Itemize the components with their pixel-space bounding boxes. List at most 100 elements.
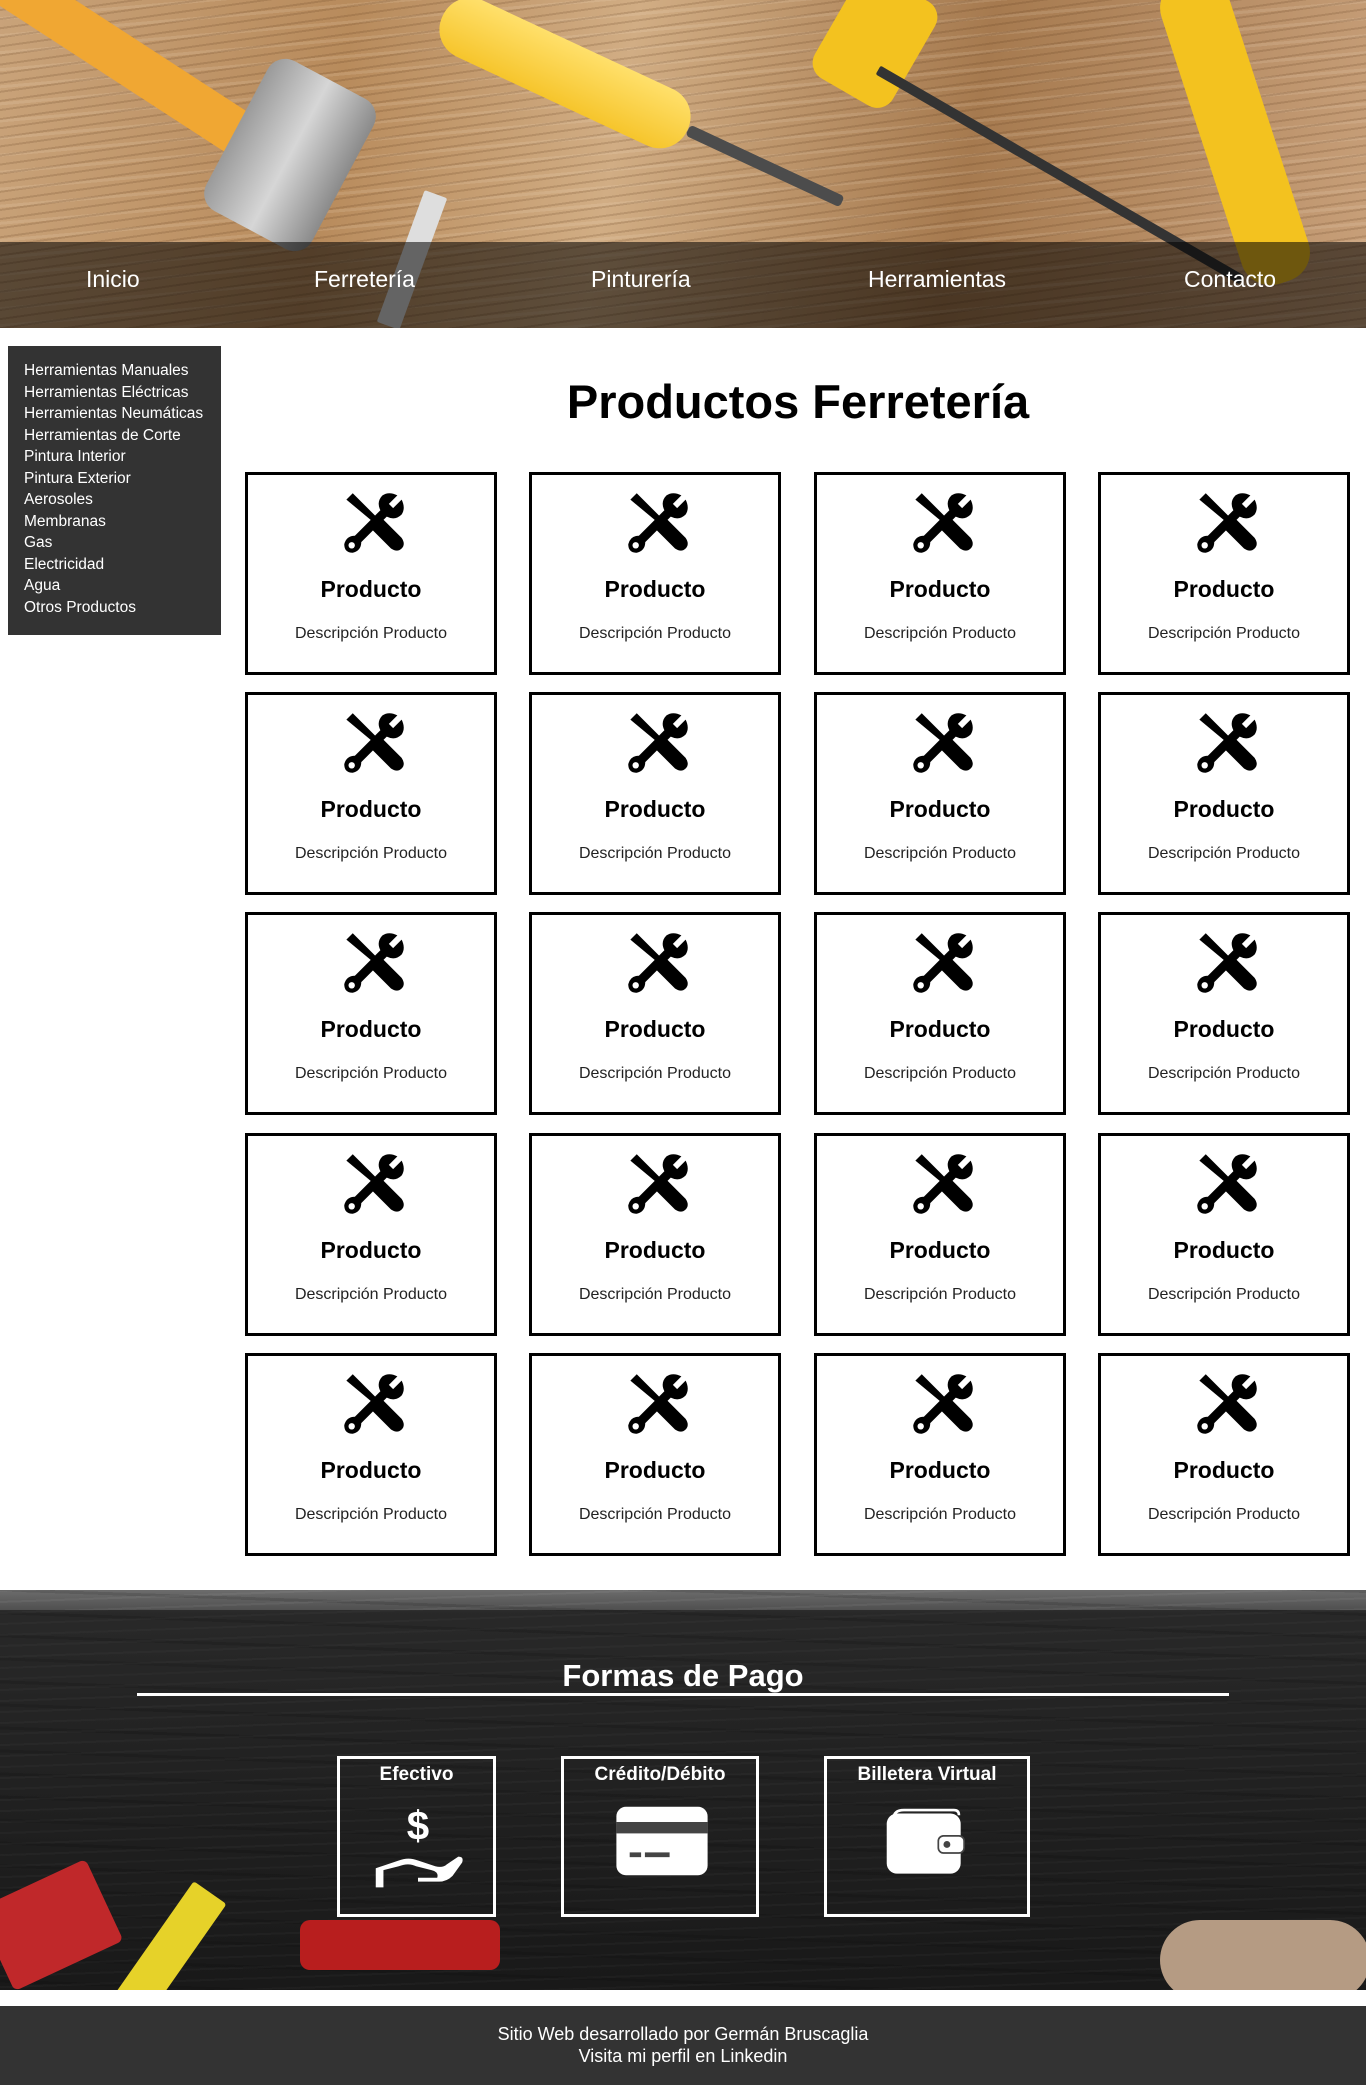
- tools-icon: [624, 1370, 692, 1438]
- product-name: Producto: [1173, 1457, 1275, 1483]
- product-card[interactable]: Producto Descripción Producto: [529, 1133, 781, 1336]
- product-card[interactable]: Producto Descripción Producto: [814, 1133, 1066, 1336]
- sidebar-item-otros-productos[interactable]: Otros Productos: [24, 597, 221, 619]
- product-card[interactable]: Producto Descripción Producto: [245, 1133, 497, 1336]
- product-card[interactable]: Producto Descripción Producto: [245, 472, 497, 675]
- payment-section: Formas de Pago Efectivo $ Crédito/Débito…: [0, 1590, 1366, 1990]
- nav-item-pintureria[interactable]: Pinturería: [591, 266, 691, 293]
- payment-method-credito-debito: Crédito/Débito: [561, 1756, 759, 1917]
- payment-label-efectivo: Efectivo: [379, 1764, 454, 1785]
- page-title: Productos Ferretería: [566, 375, 1030, 428]
- tools-icon: [909, 709, 977, 777]
- svg-text:$: $: [407, 1802, 429, 1848]
- cash-hand-icon: $: [375, 1802, 463, 1888]
- tools-icon: [1193, 1370, 1261, 1438]
- product-name: Producto: [1173, 1016, 1275, 1042]
- product-description: Descripción Producto: [1147, 1286, 1301, 1303]
- tools-icon: [340, 709, 408, 777]
- tools-icon: [1193, 709, 1261, 777]
- product-name: Producto: [604, 1016, 706, 1042]
- product-card[interactable]: Producto Descripción Producto: [1098, 1353, 1350, 1556]
- payment-title: Formas de Pago: [562, 1658, 804, 1693]
- tools-icon: [909, 929, 977, 997]
- sidebar-item-aerosoles[interactable]: Aerosoles: [24, 489, 221, 511]
- product-card[interactable]: Producto Descripción Producto: [245, 912, 497, 1115]
- credit-card-icon: [616, 1806, 708, 1876]
- tools-icon: [909, 1370, 977, 1438]
- product-name: Producto: [320, 1016, 422, 1042]
- sidebar-item-herramientas-de-corte[interactable]: Herramientas de Corte: [24, 425, 221, 447]
- product-card[interactable]: Producto Descripción Producto: [529, 912, 781, 1115]
- product-name: Producto: [604, 1457, 706, 1483]
- product-name: Producto: [889, 1457, 991, 1483]
- product-card[interactable]: Producto Descripción Producto: [245, 1353, 497, 1556]
- nav-item-contacto[interactable]: Contacto: [1184, 266, 1276, 293]
- product-description: Descripción Producto: [294, 845, 448, 862]
- product-description: Descripción Producto: [578, 845, 732, 862]
- product-description: Descripción Producto: [294, 1065, 448, 1082]
- product-description: Descripción Producto: [863, 1506, 1017, 1523]
- sidebar-item-membranas[interactable]: Membranas: [24, 511, 221, 533]
- tools-icon: [340, 1370, 408, 1438]
- product-card[interactable]: Producto Descripción Producto: [245, 692, 497, 895]
- product-card[interactable]: Producto Descripción Producto: [1098, 472, 1350, 675]
- product-name: Producto: [1173, 796, 1275, 822]
- sidebar-item-pintura-exterior[interactable]: Pintura Exterior: [24, 468, 221, 490]
- product-card[interactable]: Producto Descripción Producto: [529, 472, 781, 675]
- product-card[interactable]: Producto Descripción Producto: [814, 692, 1066, 895]
- tools-icon: [624, 929, 692, 997]
- product-description: Descripción Producto: [863, 1286, 1017, 1303]
- sidebar-item-gas[interactable]: Gas: [24, 532, 221, 554]
- product-name: Producto: [604, 576, 706, 602]
- tools-icon: [624, 1150, 692, 1218]
- sidebar-item-pintura-interior[interactable]: Pintura Interior: [24, 446, 221, 468]
- product-description: Descripción Producto: [1147, 1065, 1301, 1082]
- sidebar-item-herramientas-neumaticas[interactable]: Herramientas Neumáticas: [24, 403, 221, 425]
- payment-method-efectivo: Efectivo $: [337, 1756, 496, 1917]
- product-name: Producto: [889, 796, 991, 822]
- product-description: Descripción Producto: [863, 1065, 1017, 1082]
- product-description: Descripción Producto: [863, 625, 1017, 642]
- product-name: Producto: [1173, 576, 1275, 602]
- product-description: Descripción Producto: [578, 1506, 732, 1523]
- product-description: Descripción Producto: [578, 1065, 732, 1082]
- linkedin-link[interactable]: Visita mi perfil en Linkedin: [579, 2046, 788, 2066]
- product-name: Producto: [320, 1457, 422, 1483]
- gloves-image: [1160, 1920, 1366, 1990]
- product-name: Producto: [604, 1237, 706, 1263]
- product-card[interactable]: Producto Descripción Producto: [814, 912, 1066, 1115]
- nav-item-herramientas[interactable]: Herramientas: [868, 266, 1006, 293]
- product-description: Descripción Producto: [1147, 625, 1301, 642]
- product-name: Producto: [320, 576, 422, 602]
- product-description: Descripción Producto: [294, 1286, 448, 1303]
- main-nav: Inicio Ferretería Pinturería Herramienta…: [0, 242, 1366, 328]
- product-name: Producto: [889, 576, 991, 602]
- red-wrench-image: [300, 1920, 500, 1970]
- sidebar-item-electricidad[interactable]: Electricidad: [24, 554, 221, 576]
- payment-method-billetera-virtual: Billetera Virtual: [824, 1756, 1030, 1917]
- payment-label-credito-debito: Crédito/Débito: [594, 1764, 726, 1785]
- tools-icon: [340, 1150, 408, 1218]
- product-card[interactable]: Producto Descripción Producto: [1098, 912, 1350, 1115]
- product-description: Descripción Producto: [294, 625, 448, 642]
- sidebar-item-herramientas-manuales[interactable]: Herramientas Manuales: [24, 360, 221, 382]
- product-card[interactable]: Producto Descripción Producto: [529, 692, 781, 895]
- product-description: Descripción Producto: [1147, 845, 1301, 862]
- product-description: Descripción Producto: [578, 625, 732, 642]
- tools-icon: [1193, 489, 1261, 557]
- nav-item-inicio[interactable]: Inicio: [86, 266, 140, 293]
- product-name: Producto: [889, 1016, 991, 1042]
- product-card[interactable]: Producto Descripción Producto: [1098, 692, 1350, 895]
- product-card[interactable]: Producto Descripción Producto: [529, 1353, 781, 1556]
- sidebar-item-herramientas-electricas[interactable]: Herramientas Eléctricas: [24, 382, 221, 404]
- product-card[interactable]: Producto Descripción Producto: [814, 472, 1066, 675]
- tools-icon: [1193, 1150, 1261, 1218]
- header-banner: Inicio Ferretería Pinturería Herramienta…: [0, 0, 1366, 328]
- nav-item-ferreteria[interactable]: Ferretería: [314, 266, 415, 293]
- product-name: Producto: [889, 1237, 991, 1263]
- category-sidebar: Herramientas Manuales Herramientas Eléct…: [8, 346, 221, 635]
- product-card[interactable]: Producto Descripción Producto: [1098, 1133, 1350, 1336]
- sidebar-item-agua[interactable]: Agua: [24, 575, 221, 597]
- payment-label-billetera-virtual: Billetera Virtual: [857, 1764, 997, 1785]
- product-card[interactable]: Producto Descripción Producto: [814, 1353, 1066, 1556]
